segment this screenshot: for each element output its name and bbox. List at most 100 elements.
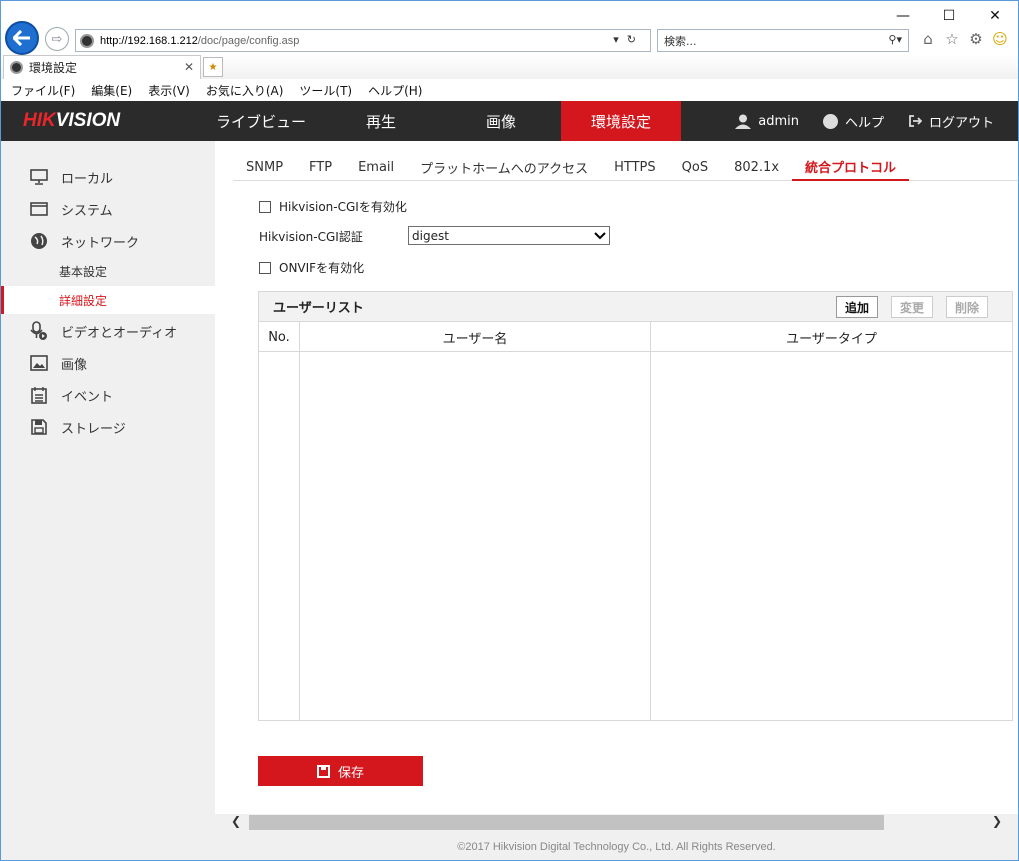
username: admin [758,113,799,129]
nav-live-view[interactable]: ライブビュー [201,101,321,141]
cgi-auth-select[interactable]: digest [408,226,610,245]
column-divider [650,322,651,720]
menu-file[interactable]: ファイル(F) [11,82,75,99]
main-content: SNMP FTP Email プラットホームへのアクセス HTTPS QoS 8… [215,141,1018,860]
add-user-button[interactable]: 追加 [836,296,878,318]
sidebar-item-label: ストレージ [61,421,126,437]
menu-edit[interactable]: 編集(E) [91,82,132,99]
sidebar-item-video-audio[interactable]: ビデオとオーディオ [1,316,215,346]
main-nav: ライブビュー 再生 画像 環境設定 [201,101,681,141]
sidebar-item-label: ネットワーク [61,235,140,251]
feedback-smiley-icon[interactable]: ☺ [991,29,1009,49]
microphone-icon [29,321,49,341]
browser-window: — ☐ ✕ ⇨ http://192.168.1.212 /doc/page/c… [0,0,1019,861]
sidebar-item-storage[interactable]: ストレージ [1,412,215,442]
monitor-icon [29,169,49,185]
sidebar-item-label: イベント [61,389,114,405]
menu-view[interactable]: 表示(V) [148,82,190,99]
window-controls: — ☐ ✕ [880,1,1018,31]
scroll-right-icon[interactable]: ❯ [992,814,1002,828]
tab-email[interactable]: Email [345,154,407,181]
site-favicon-icon [80,33,94,48]
sidebar-item-label: ビデオとオーディオ [61,325,178,341]
sidebar-item-local[interactable]: ローカル [1,162,215,192]
forward-button[interactable]: ⇨ [45,27,69,51]
scroll-left-icon[interactable]: ❮ [231,814,241,828]
sidebar-item-label: ローカル [61,171,114,187]
sidebar-item-system[interactable]: システム [1,194,215,224]
tab-platform-access[interactable]: プラットホームへのアクセス [407,154,601,181]
menu-favorites[interactable]: お気に入り(A) [206,82,284,99]
back-arrow-icon [13,30,30,46]
url-path: /doc/page/config.asp [197,34,300,47]
tab-integration-protocol[interactable]: 統合プロトコル [792,154,910,181]
horizontal-scrollbar[interactable]: ❮ ❯ [215,814,1018,831]
user-list-header: ユーザーリスト 追加 変更 削除 [259,292,1012,322]
search-placeholder: 検索... [664,34,697,48]
col-user-type: ユーザータイプ [786,331,877,347]
cgi-auth-value: digest [412,228,449,243]
address-bar[interactable]: http://192.168.1.212 /doc/page/config.as… [75,29,651,52]
menu-tools[interactable]: ツール(T) [299,82,352,99]
help-link[interactable]: i ヘルプ [822,112,884,131]
info-icon: i [822,113,838,129]
user-area: admin i ヘルプ ログアウト [735,101,1018,141]
close-icon[interactable]: ✕ [972,1,1018,31]
nav-configuration[interactable]: 環境設定 [561,101,681,141]
favorites-star-icon[interactable]: ☆ [943,29,961,49]
onvif-enable-label: ONVIFを有効化 [279,261,365,275]
onvif-enable-checkbox[interactable] [259,261,271,274]
delete-user-button[interactable]: 削除 [946,296,988,318]
menu-bar: ファイル(F) 編集(E) 表示(V) お気に入り(A) ツール(T) ヘルプ(… [1,79,1018,101]
user-list-panel: ユーザーリスト 追加 変更 削除 No. ユーザー名 ユーザータイプ [258,291,1013,721]
cgi-auth-label: Hikvision-CGI認証 [259,230,363,244]
home-icon[interactable]: ⌂ [919,29,937,49]
nav-playback[interactable]: 再生 [321,101,441,141]
menu-help[interactable]: ヘルプ(H) [368,82,422,99]
maximize-icon[interactable]: ☐ [926,1,972,31]
tab-8021x[interactable]: 802.1x [721,154,792,181]
cgi-enable-label: Hikvision-CGIを有効化 [279,200,407,214]
floppy-icon [29,419,49,435]
help-label: ヘルプ [844,115,884,131]
cgi-enable-row: Hikvision-CGIを有効化 [259,198,407,215]
browser-toolbar: — ☐ ✕ ⇨ http://192.168.1.212 /doc/page/c… [1,1,1018,55]
tab-snmp[interactable]: SNMP [233,154,296,181]
sidebar-item-image[interactable]: 画像 [1,348,215,378]
minimize-icon[interactable]: — [880,1,926,31]
search-input[interactable]: 検索... ⚲▾ [657,29,909,52]
hikvision-logo: HIKVISION [23,110,121,131]
new-tab-button[interactable]: ★ [203,57,223,77]
calendar-icon [29,386,49,404]
browser-tab[interactable]: 環境設定 ✕ [3,55,201,79]
save-label: 保存 [337,765,364,781]
sub-tab-bar: SNMP FTP Email プラットホームへのアクセス HTTPS QoS 8… [233,154,1018,181]
sidebar-item-network[interactable]: ネットワーク [1,226,215,256]
save-button[interactable]: 保存 [258,756,423,786]
user-table-header: No. ユーザー名 ユーザータイプ [259,322,1012,352]
tab-close-icon[interactable]: ✕ [184,60,194,74]
scroll-thumb[interactable] [249,815,884,830]
tab-https[interactable]: HTTPS [601,154,669,181]
tab-qos[interactable]: QoS [669,154,721,181]
browser-icons: ⌂ ☆ ⚙ ☺ [919,29,1009,49]
user-menu[interactable]: admin [735,114,799,129]
cgi-enable-checkbox[interactable] [259,200,271,213]
logout-link[interactable]: ログアウト [908,112,994,131]
sidebar-item-label: システム [61,203,113,219]
chevron-down-icon [594,227,606,247]
sidebar-sub-advanced[interactable]: 詳細設定 [1,286,215,314]
address-controls[interactable]: ▾↻ [613,33,644,46]
globe-icon [29,232,49,250]
sidebar: ローカル システム ネットワーク 基本設定 詳細設定 ビデオとオーディオ 画像 … [1,141,215,860]
onvif-enable-row: ONVIFを有効化 [259,259,364,276]
search-icon[interactable]: ⚲▾ [888,33,902,46]
edit-user-button[interactable]: 変更 [891,296,933,318]
sidebar-item-event[interactable]: イベント [1,380,215,410]
window-icon [29,201,49,217]
nav-picture[interactable]: 画像 [441,101,561,141]
sidebar-sub-basic[interactable]: 基本設定 [1,257,215,285]
settings-gear-icon[interactable]: ⚙ [967,29,985,49]
back-button[interactable] [5,21,39,55]
tab-ftp[interactable]: FTP [296,154,345,181]
